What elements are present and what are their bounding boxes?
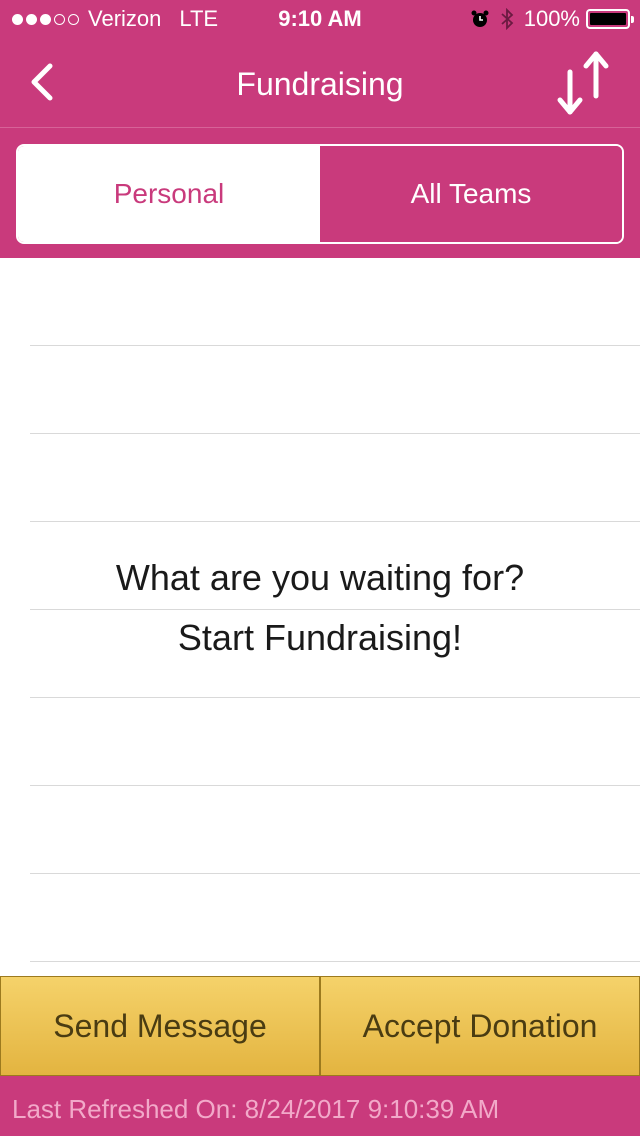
page-title: Fundraising [236, 66, 404, 102]
tab-personal[interactable]: Personal [18, 146, 320, 242]
row-divider [30, 961, 640, 962]
nav-bar: Fundraising [0, 40, 640, 128]
row-divider [30, 697, 640, 698]
empty-state-message: What are you waiting for? Start Fundrais… [0, 548, 640, 668]
send-message-button[interactable]: Send Message [0, 976, 320, 1076]
row-divider [30, 785, 640, 786]
alarm-icon [470, 9, 490, 29]
footer: Last Refreshed On: 8/24/2017 9:10:39 AM [0, 1076, 640, 1136]
status-right: 100% [470, 6, 634, 32]
status-bar: Verizon LTE 9:10 AM 100% [0, 0, 640, 40]
battery-icon [586, 9, 634, 29]
row-divider [30, 873, 640, 874]
accept-donation-button[interactable]: Accept Donation [320, 976, 640, 1076]
bluetooth-icon [500, 8, 514, 30]
row-divider [30, 345, 640, 346]
empty-state-line2: Start Fundraising! [177, 617, 463, 658]
tab-all-teams[interactable]: All Teams [320, 146, 622, 242]
segment-bar: Personal All Teams [0, 128, 640, 258]
empty-state-line1: What are you waiting for? [115, 557, 525, 598]
row-divider [30, 521, 640, 522]
fundraising-list[interactable]: What are you waiting for? Start Fundrais… [0, 258, 640, 976]
sort-arrows-icon [557, 51, 609, 115]
action-bar: Send Message Accept Donation [0, 976, 640, 1076]
battery-percent: 100% [523, 6, 580, 31]
segmented-control: Personal All Teams [16, 144, 624, 244]
row-divider [30, 433, 640, 434]
sort-button[interactable] [556, 46, 616, 120]
last-refreshed-text: Last Refreshed On: 8/24/2017 9:10:39 AM [12, 1094, 500, 1124]
